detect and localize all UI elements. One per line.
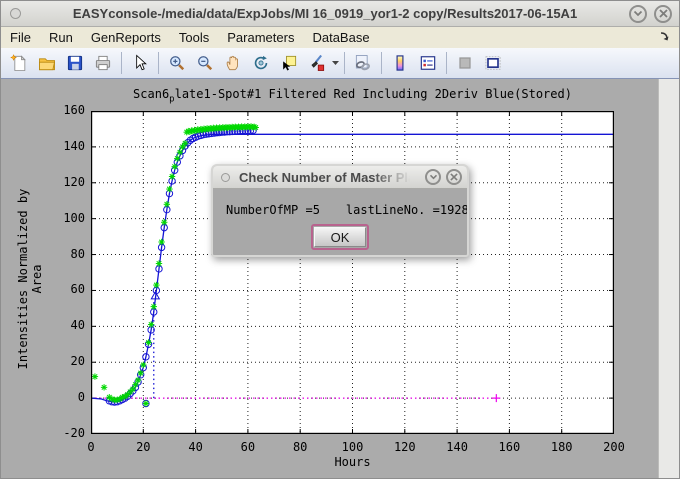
hide-plot-tools-button[interactable]: [452, 50, 478, 76]
cursor-arrow-icon: [130, 53, 150, 73]
pan-button[interactable]: [220, 50, 246, 76]
link-chain-icon: [353, 53, 373, 73]
new-file-button[interactable]: [6, 50, 32, 76]
rotate-3d-icon: [251, 53, 271, 73]
menubar: File Run GenReports Tools Parameters Dat…: [1, 27, 679, 48]
insert-legend-button[interactable]: [415, 50, 441, 76]
zoom-out-button[interactable]: [192, 50, 218, 76]
dialog-window-menu-button[interactable]: [221, 173, 230, 182]
window-titlebar: EASYconsole-/media/data/ExpJobs/MI 16_09…: [1, 1, 679, 27]
x-tick-label: 20: [118, 440, 168, 454]
x-tick-label: 80: [275, 440, 325, 454]
zoom-in-button[interactable]: [164, 50, 190, 76]
menu-file[interactable]: File: [1, 28, 40, 47]
menu-database[interactable]: DataBase: [303, 28, 378, 47]
dock-arrow-icon[interactable]: [660, 30, 671, 45]
lastlineno-value: lastLineNo. =1928: [346, 203, 469, 217]
print-button[interactable]: [90, 50, 116, 76]
menu-tools[interactable]: Tools: [170, 28, 218, 47]
y-tick-label: 120: [37, 175, 85, 189]
toolbar-separator: [344, 52, 345, 74]
y-tick-label: 20: [37, 354, 85, 368]
x-axis-label: Hours: [91, 455, 614, 469]
colorbar-icon: [390, 53, 410, 73]
y-tick-label: 0: [37, 390, 85, 404]
x-tick-label: 140: [432, 440, 482, 454]
window-shade-button[interactable]: [629, 5, 647, 23]
save-button[interactable]: [62, 50, 88, 76]
zoom-in-icon: [167, 53, 187, 73]
y-tick-label: 140: [37, 139, 85, 153]
show-plot-tools-icon: [483, 53, 503, 73]
dialog-shade-button[interactable]: [425, 169, 441, 185]
y-tick-label: 160: [37, 103, 85, 117]
menu-genreports[interactable]: GenReports: [82, 28, 170, 47]
pan-hand-icon: [223, 53, 243, 73]
y-tick-label: 40: [37, 318, 85, 332]
toolbar-separator: [121, 52, 122, 74]
x-tick-label: 120: [380, 440, 430, 454]
x-tick-label: 100: [328, 440, 378, 454]
x-tick-label: 180: [537, 440, 587, 454]
x-tick-label: 40: [171, 440, 221, 454]
edit-arrow-button[interactable]: [127, 50, 153, 76]
menu-run[interactable]: Run: [40, 28, 82, 47]
open-file-button[interactable]: [34, 50, 60, 76]
dialog-body: NumberOfMP =5 lastLineNo. =1928 OK: [213, 189, 467, 250]
y-tick-label: 100: [37, 211, 85, 225]
menu-parameters[interactable]: Parameters: [218, 28, 303, 47]
dialog-titlebar[interactable]: Check Number of Master Pla: [213, 166, 467, 189]
figure-right-strip: [658, 79, 679, 479]
figure-canvas: Scan6plate1-Spot#1 Filtered Red Includin…: [1, 79, 679, 479]
toolbar-separator: [158, 52, 159, 74]
window-close-button[interactable]: [654, 5, 672, 23]
y-axis-label: Intensities Normalized by Area: [16, 179, 44, 379]
show-plot-tools-dock-button[interactable]: [480, 50, 506, 76]
brush-dropdown-arrow[interactable]: [331, 50, 340, 76]
chevron-down-icon: [429, 174, 438, 180]
window-title: EASYconsole-/media/data/ExpJobs/MI 16_09…: [21, 6, 629, 21]
printer-icon: [93, 53, 113, 73]
window-menu-button[interactable]: [10, 8, 21, 19]
new-file-icon: [9, 53, 29, 73]
ok-button[interactable]: OK: [314, 227, 366, 247]
link-plots-button[interactable]: [350, 50, 376, 76]
plot-title: Scan6plate1-Spot#1 Filtered Red Includin…: [91, 87, 614, 104]
check-master-plate-dialog: Check Number of Master Pla NumberOfMP =5…: [211, 164, 469, 257]
y-tick-label: -20: [37, 426, 85, 440]
x-tick-label: 160: [484, 440, 534, 454]
chevron-down-icon: [633, 10, 643, 17]
hide-plot-tools-icon: [455, 53, 475, 73]
dialog-message: NumberOfMP =5 lastLineNo. =1928: [213, 203, 467, 217]
brush-icon: [307, 53, 327, 73]
app-window: EASYconsole-/media/data/ExpJobs/MI 16_09…: [0, 0, 680, 479]
data-cursor-icon: [279, 53, 299, 73]
insert-colorbar-button[interactable]: [387, 50, 413, 76]
x-tick-label: 0: [66, 440, 116, 454]
rotate-3d-button[interactable]: [248, 50, 274, 76]
y-tick-label: 80: [37, 247, 85, 261]
brush-button[interactable]: [304, 50, 330, 76]
open-folder-icon: [37, 53, 57, 73]
legend-icon: [418, 53, 438, 73]
dialog-title: Check Number of Master Pla: [239, 170, 425, 185]
chevron-down-icon: [332, 61, 339, 65]
x-tick-label: 200: [589, 440, 639, 454]
data-cursor-button[interactable]: [276, 50, 302, 76]
chart-svg: [91, 111, 614, 434]
zoom-out-icon: [195, 53, 215, 73]
save-floppy-icon: [65, 53, 85, 73]
numberofmp-value: NumberOfMP =5: [226, 203, 320, 217]
y-tick-label: 60: [37, 282, 85, 296]
x-tick-label: 60: [223, 440, 273, 454]
dialog-close-button[interactable]: [446, 169, 462, 185]
plot-area[interactable]: [91, 111, 614, 434]
ok-button-focus-ring: OK: [311, 224, 369, 250]
close-icon: [450, 173, 458, 181]
close-icon: [659, 9, 668, 18]
toolbar-separator: [446, 52, 447, 74]
figure-toolbar: [1, 48, 679, 79]
toolbar-separator: [381, 52, 382, 74]
